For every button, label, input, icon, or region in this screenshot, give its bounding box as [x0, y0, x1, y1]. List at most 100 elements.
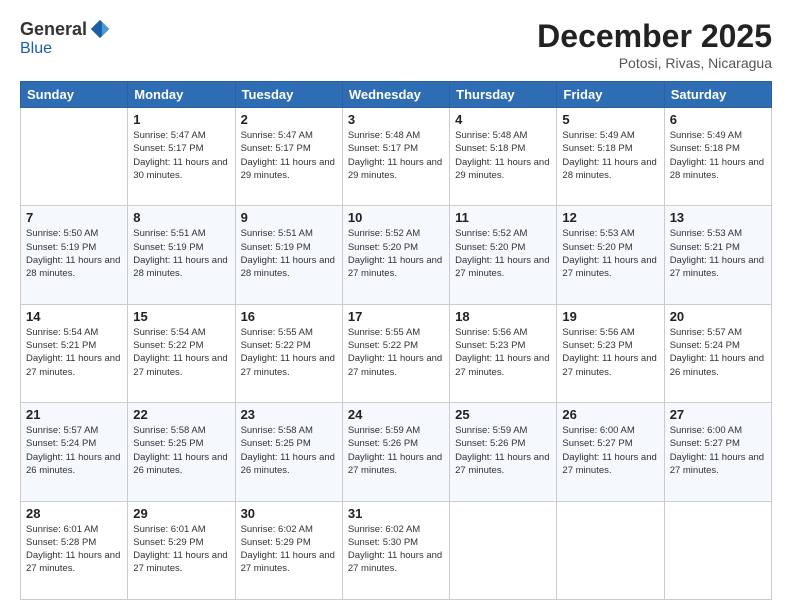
logo-blue-text: Blue	[20, 40, 52, 57]
day-number: 15	[133, 309, 229, 324]
calendar-cell: 20 Sunrise: 5:57 AMSunset: 5:24 PMDayligh…	[664, 304, 771, 402]
day-number: 18	[455, 309, 551, 324]
day-info: Sunrise: 5:52 AMSunset: 5:20 PMDaylight:…	[455, 227, 551, 280]
calendar-cell: 8Sunrise: 5:51 AMSunset: 5:19 PMDaylight…	[128, 206, 235, 304]
calendar-cell: 2Sunrise: 5:47 AMSunset: 5:17 PMDaylight…	[235, 108, 342, 206]
weekday-header-thursday: Thursday	[450, 82, 557, 108]
day-info: Sunrise: 5:49 AMSunset: 5:18 PMDaylight:…	[670, 129, 766, 182]
calendar-cell: 30 Sunrise: 6:02 AMSunset: 5:29 PMDayligh…	[235, 501, 342, 599]
calendar-cell: 5Sunrise: 5:49 AMSunset: 5:18 PMDaylight…	[557, 108, 664, 206]
day-info: Sunrise: 5:55 AMSunset: 5:22 PMDaylight:…	[348, 326, 444, 379]
logo-general-text: General	[20, 19, 87, 40]
weekday-header-saturday: Saturday	[664, 82, 771, 108]
day-info: Sunrise: 5:58 AMSunset: 5:25 PMDaylight:…	[241, 424, 337, 477]
day-number: 17	[348, 309, 444, 324]
calendar-cell: 3 Sunrise: 5:48 AMSunset: 5:17 PMDaylight…	[342, 108, 449, 206]
day-number: 25	[455, 407, 551, 422]
day-number: 12	[562, 210, 658, 225]
day-info: Sunrise: 5:54 AMSunset: 5:21 PMDaylight:…	[26, 326, 122, 379]
calendar-cell: 31 Sunrise: 6:02 AMSunset: 5:30 PMDayligh…	[342, 501, 449, 599]
day-info: Sunrise: 6:01 AMSunset: 5:28 PMDaylight:…	[26, 523, 122, 576]
day-number: 4	[455, 112, 551, 127]
day-number: 27	[670, 407, 766, 422]
calendar-cell: 14 Sunrise: 5:54 AMSunset: 5:21 PMDayligh…	[21, 304, 128, 402]
day-info: Sunrise: 5:48 AMSunset: 5:17 PMDaylight:…	[348, 129, 444, 182]
calendar-table: SundayMondayTuesdayWednesdayThursdayFrid…	[20, 81, 772, 600]
day-number: 10	[348, 210, 444, 225]
day-info: Sunrise: 6:00 AMSunset: 5:27 PMDaylight:…	[670, 424, 766, 477]
day-info: Sunrise: 5:47 AMSunset: 5:17 PMDaylight:…	[241, 129, 337, 182]
day-number: 30	[241, 506, 337, 521]
calendar-cell: 17 Sunrise: 5:55 AMSunset: 5:22 PMDayligh…	[342, 304, 449, 402]
day-number: 29	[133, 506, 229, 521]
calendar-cell: 28Sunrise: 6:01 AMSunset: 5:28 PMDayligh…	[21, 501, 128, 599]
title-block: December 2025 Potosi, Rivas, Nicaragua	[537, 18, 772, 71]
calendar-cell: 27 Sunrise: 6:00 AMSunset: 5:27 PMDayligh…	[664, 403, 771, 501]
calendar-cell: 24 Sunrise: 5:59 AMSunset: 5:26 PMDayligh…	[342, 403, 449, 501]
calendar-cell	[557, 501, 664, 599]
day-number: 1	[133, 112, 229, 127]
calendar-cell	[664, 501, 771, 599]
day-info: Sunrise: 5:59 AMSunset: 5:26 PMDaylight:…	[455, 424, 551, 477]
day-info: Sunrise: 5:59 AMSunset: 5:26 PMDaylight:…	[348, 424, 444, 477]
day-info: Sunrise: 5:53 AMSunset: 5:20 PMDaylight:…	[562, 227, 658, 280]
day-info: Sunrise: 5:57 AMSunset: 5:24 PMDaylight:…	[670, 326, 766, 379]
day-info: Sunrise: 5:58 AMSunset: 5:25 PMDaylight:…	[133, 424, 229, 477]
day-info: Sunrise: 5:50 AMSunset: 5:19 PMDaylight:…	[26, 227, 122, 280]
month-title: December 2025	[537, 18, 772, 55]
day-number: 13	[670, 210, 766, 225]
day-number: 7	[26, 210, 122, 225]
calendar-cell	[21, 108, 128, 206]
calendar-cell: 18 Sunrise: 5:56 AMSunset: 5:23 PMDayligh…	[450, 304, 557, 402]
weekday-header-sunday: Sunday	[21, 82, 128, 108]
weekday-header-monday: Monday	[128, 82, 235, 108]
day-info: Sunrise: 5:56 AMSunset: 5:23 PMDaylight:…	[455, 326, 551, 379]
day-info: Sunrise: 6:02 AMSunset: 5:29 PMDaylight:…	[241, 523, 337, 576]
calendar-cell	[450, 501, 557, 599]
logo: General Blue	[20, 18, 111, 58]
day-info: Sunrise: 6:00 AMSunset: 5:27 PMDaylight:…	[562, 424, 658, 477]
day-info: Sunrise: 6:01 AMSunset: 5:29 PMDaylight:…	[133, 523, 229, 576]
calendar-cell: 12 Sunrise: 5:53 AMSunset: 5:20 PMDayligh…	[557, 206, 664, 304]
calendar-cell: 23 Sunrise: 5:58 AMSunset: 5:25 PMDayligh…	[235, 403, 342, 501]
calendar-cell: 10Sunrise: 5:52 AMSunset: 5:20 PMDayligh…	[342, 206, 449, 304]
logo-icon	[89, 18, 111, 40]
calendar-cell: 19Sunrise: 5:56 AMSunset: 5:23 PMDayligh…	[557, 304, 664, 402]
calendar-cell: 15 Sunrise: 5:54 AMSunset: 5:22 PMDayligh…	[128, 304, 235, 402]
calendar-cell: 4Sunrise: 5:48 AMSunset: 5:18 PMDaylight…	[450, 108, 557, 206]
day-number: 21	[26, 407, 122, 422]
day-number: 26	[562, 407, 658, 422]
day-number: 31	[348, 506, 444, 521]
day-number: 24	[348, 407, 444, 422]
day-number: 23	[241, 407, 337, 422]
day-number: 16	[241, 309, 337, 324]
calendar-cell: 11 Sunrise: 5:52 AMSunset: 5:20 PMDayligh…	[450, 206, 557, 304]
day-number: 14	[26, 309, 122, 324]
day-info: Sunrise: 5:47 AMSunset: 5:17 PMDaylight:…	[133, 129, 229, 182]
day-number: 20	[670, 309, 766, 324]
day-info: Sunrise: 6:02 AMSunset: 5:30 PMDaylight:…	[348, 523, 444, 576]
calendar-cell: 1 Sunrise: 5:47 AMSunset: 5:17 PMDaylight…	[128, 108, 235, 206]
day-number: 8	[133, 210, 229, 225]
day-number: 5	[562, 112, 658, 127]
day-info: Sunrise: 5:57 AMSunset: 5:24 PMDaylight:…	[26, 424, 122, 477]
day-number: 22	[133, 407, 229, 422]
calendar-cell: 6Sunrise: 5:49 AMSunset: 5:18 PMDaylight…	[664, 108, 771, 206]
day-number: 3	[348, 112, 444, 127]
day-info: Sunrise: 5:54 AMSunset: 5:22 PMDaylight:…	[133, 326, 229, 379]
calendar-cell: 13 Sunrise: 5:53 AMSunset: 5:21 PMDayligh…	[664, 206, 771, 304]
day-number: 11	[455, 210, 551, 225]
calendar-cell: 29 Sunrise: 6:01 AMSunset: 5:29 PMDayligh…	[128, 501, 235, 599]
day-number: 9	[241, 210, 337, 225]
location-subtitle: Potosi, Rivas, Nicaragua	[537, 55, 772, 71]
weekday-header-tuesday: Tuesday	[235, 82, 342, 108]
day-info: Sunrise: 5:53 AMSunset: 5:21 PMDaylight:…	[670, 227, 766, 280]
calendar-cell: 9Sunrise: 5:51 AMSunset: 5:19 PMDaylight…	[235, 206, 342, 304]
page: General Blue December 2025 Potosi, Rivas…	[0, 0, 792, 612]
calendar-cell: 7 Sunrise: 5:50 AMSunset: 5:19 PMDaylight…	[21, 206, 128, 304]
calendar-cell: 21 Sunrise: 5:57 AMSunset: 5:24 PMDayligh…	[21, 403, 128, 501]
weekday-header-wednesday: Wednesday	[342, 82, 449, 108]
weekday-header-friday: Friday	[557, 82, 664, 108]
calendar-cell: 22 Sunrise: 5:58 AMSunset: 5:25 PMDayligh…	[128, 403, 235, 501]
calendar-cell: 16Sunrise: 5:55 AMSunset: 5:22 PMDayligh…	[235, 304, 342, 402]
